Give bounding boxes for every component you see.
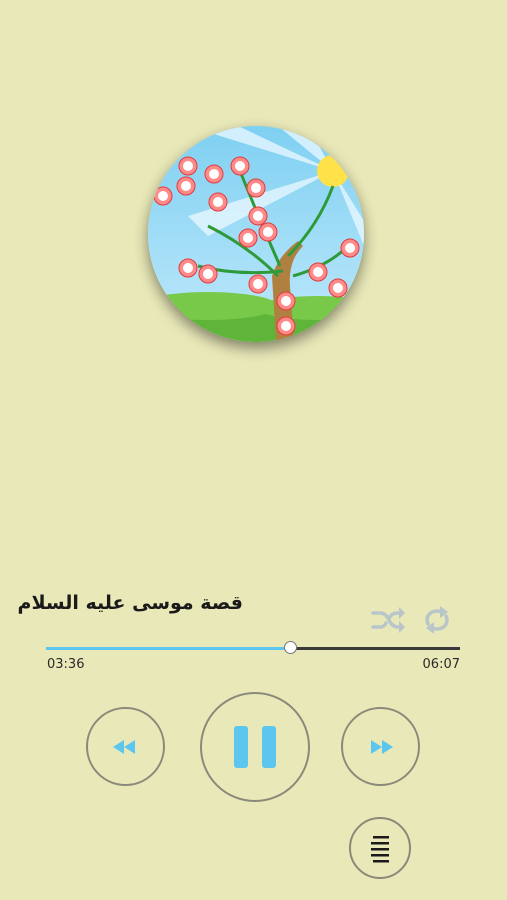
pause-icon [234, 726, 276, 768]
repeat-button[interactable] [420, 604, 454, 636]
rewind-icon [113, 740, 135, 754]
seek-bar-thumb[interactable] [283, 641, 297, 654]
fast-forward-icon [371, 740, 393, 754]
seek-bar-progress [46, 647, 290, 650]
fast-forward-button[interactable] [341, 707, 420, 786]
duration-time: 06:07 [422, 657, 460, 672]
album-art [148, 126, 364, 342]
playlist-button[interactable] [349, 817, 411, 879]
shuffle-icon [371, 607, 405, 633]
track-title: قصة موسى عليه السلام [17, 592, 243, 614]
rewind-button[interactable] [86, 707, 165, 786]
seek-bar[interactable] [46, 641, 460, 654]
playlist-icon [371, 836, 389, 863]
repeat-icon [425, 606, 449, 634]
shuffle-button[interactable] [370, 606, 406, 634]
current-time: 03:36 [47, 657, 85, 672]
play-pause-button[interactable] [200, 692, 310, 802]
